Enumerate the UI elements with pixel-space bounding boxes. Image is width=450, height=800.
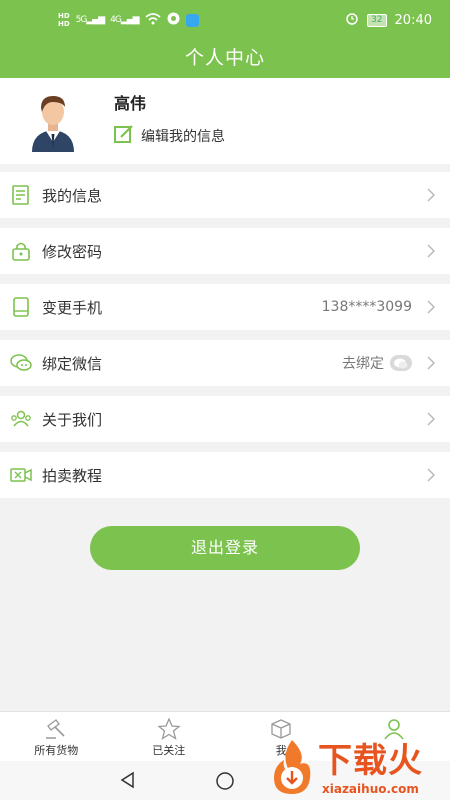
menu-item-bind-wechat[interactable]: 绑定微信 去绑定 bbox=[0, 340, 450, 386]
phone-icon bbox=[10, 297, 32, 317]
document-icon bbox=[10, 185, 32, 205]
signal-icon: 5G▂▄▆ bbox=[75, 15, 105, 25]
chevron-right-icon bbox=[427, 188, 436, 202]
menu-item-change-phone[interactable]: 变更手机 138****3099 bbox=[0, 284, 450, 330]
lock-icon bbox=[10, 241, 32, 261]
tab-label: 已关注 bbox=[152, 744, 186, 757]
home-icon[interactable] bbox=[215, 771, 235, 791]
menu-label: 变更手机 bbox=[42, 298, 103, 317]
tab-label: 所有货物 bbox=[34, 744, 79, 757]
menu-item-auction-tutorial[interactable]: 拍卖教程 bbox=[0, 452, 450, 498]
chevron-right-icon bbox=[427, 412, 436, 426]
vpn-icon bbox=[167, 12, 180, 28]
menu-item-my-info[interactable]: 我的信息 bbox=[0, 172, 450, 218]
page-title: 个人中心 bbox=[184, 47, 265, 69]
group-icon bbox=[10, 409, 32, 429]
star-icon bbox=[157, 718, 181, 740]
menu-label: 我的信息 bbox=[42, 186, 103, 205]
profile-card: 高伟 编辑我的信息 bbox=[0, 78, 450, 164]
tab-followed[interactable]: 已关注 bbox=[113, 712, 226, 761]
clock: 20:40 bbox=[394, 12, 432, 28]
chevron-right-icon bbox=[427, 356, 436, 370]
status-bar: HD HD 5G▂▄▆ 4G▂▄▆ 32 20:40 bbox=[0, 0, 450, 40]
signal-icon-2: 4G▂▄▆ bbox=[110, 15, 139, 25]
header-bar: HD HD 5G▂▄▆ 4G▂▄▆ 32 20:40 个人中心 bbox=[0, 0, 450, 78]
user-name: 高伟 bbox=[114, 94, 147, 113]
menu-label: 拍卖教程 bbox=[42, 466, 103, 485]
app-notification-icon bbox=[185, 13, 199, 27]
menu-label: 修改密码 bbox=[42, 242, 103, 261]
tab-all-goods[interactable]: 所有货物 bbox=[0, 712, 113, 761]
edit-profile-label: 编辑我的信息 bbox=[141, 129, 225, 145]
video-icon bbox=[10, 465, 32, 485]
watermark-url: xiazaihuo.com bbox=[322, 782, 419, 796]
box-icon bbox=[271, 719, 291, 739]
flame-logo-icon bbox=[274, 740, 311, 794]
person-icon bbox=[384, 719, 404, 740]
phone-number-value: 138****3099 bbox=[321, 299, 412, 315]
menu-item-change-password[interactable]: 修改密码 bbox=[0, 228, 450, 274]
menu-label: 关于我们 bbox=[42, 410, 103, 429]
wechat-bind-status: 去绑定 bbox=[342, 353, 412, 373]
alarm-icon bbox=[345, 11, 359, 29]
wechat-icon bbox=[10, 353, 32, 373]
chevron-right-icon bbox=[427, 244, 436, 258]
menu-label: 绑定微信 bbox=[42, 354, 103, 373]
edit-profile-link[interactable]: 编辑我的信息 bbox=[113, 124, 225, 148]
wifi-icon bbox=[145, 12, 161, 28]
battery-indicator: 32 bbox=[367, 13, 387, 27]
hd-indicator: HD HD bbox=[58, 12, 70, 28]
wechat-badge-icon bbox=[390, 355, 412, 371]
avatar[interactable] bbox=[26, 90, 80, 152]
watermark-text: 下载火 bbox=[318, 741, 423, 781]
watermark-logo: 下载火 xiazaihuo.com bbox=[266, 738, 450, 800]
logout-button[interactable]: 退出登录 bbox=[90, 526, 360, 570]
chevron-right-icon bbox=[427, 468, 436, 482]
edit-icon bbox=[113, 124, 135, 148]
bind-wechat-text: 去绑定 bbox=[342, 356, 384, 372]
gavel-icon bbox=[46, 719, 65, 739]
back-icon[interactable] bbox=[119, 771, 137, 789]
chevron-right-icon bbox=[427, 300, 436, 314]
menu-item-about-us[interactable]: 关于我们 bbox=[0, 396, 450, 442]
